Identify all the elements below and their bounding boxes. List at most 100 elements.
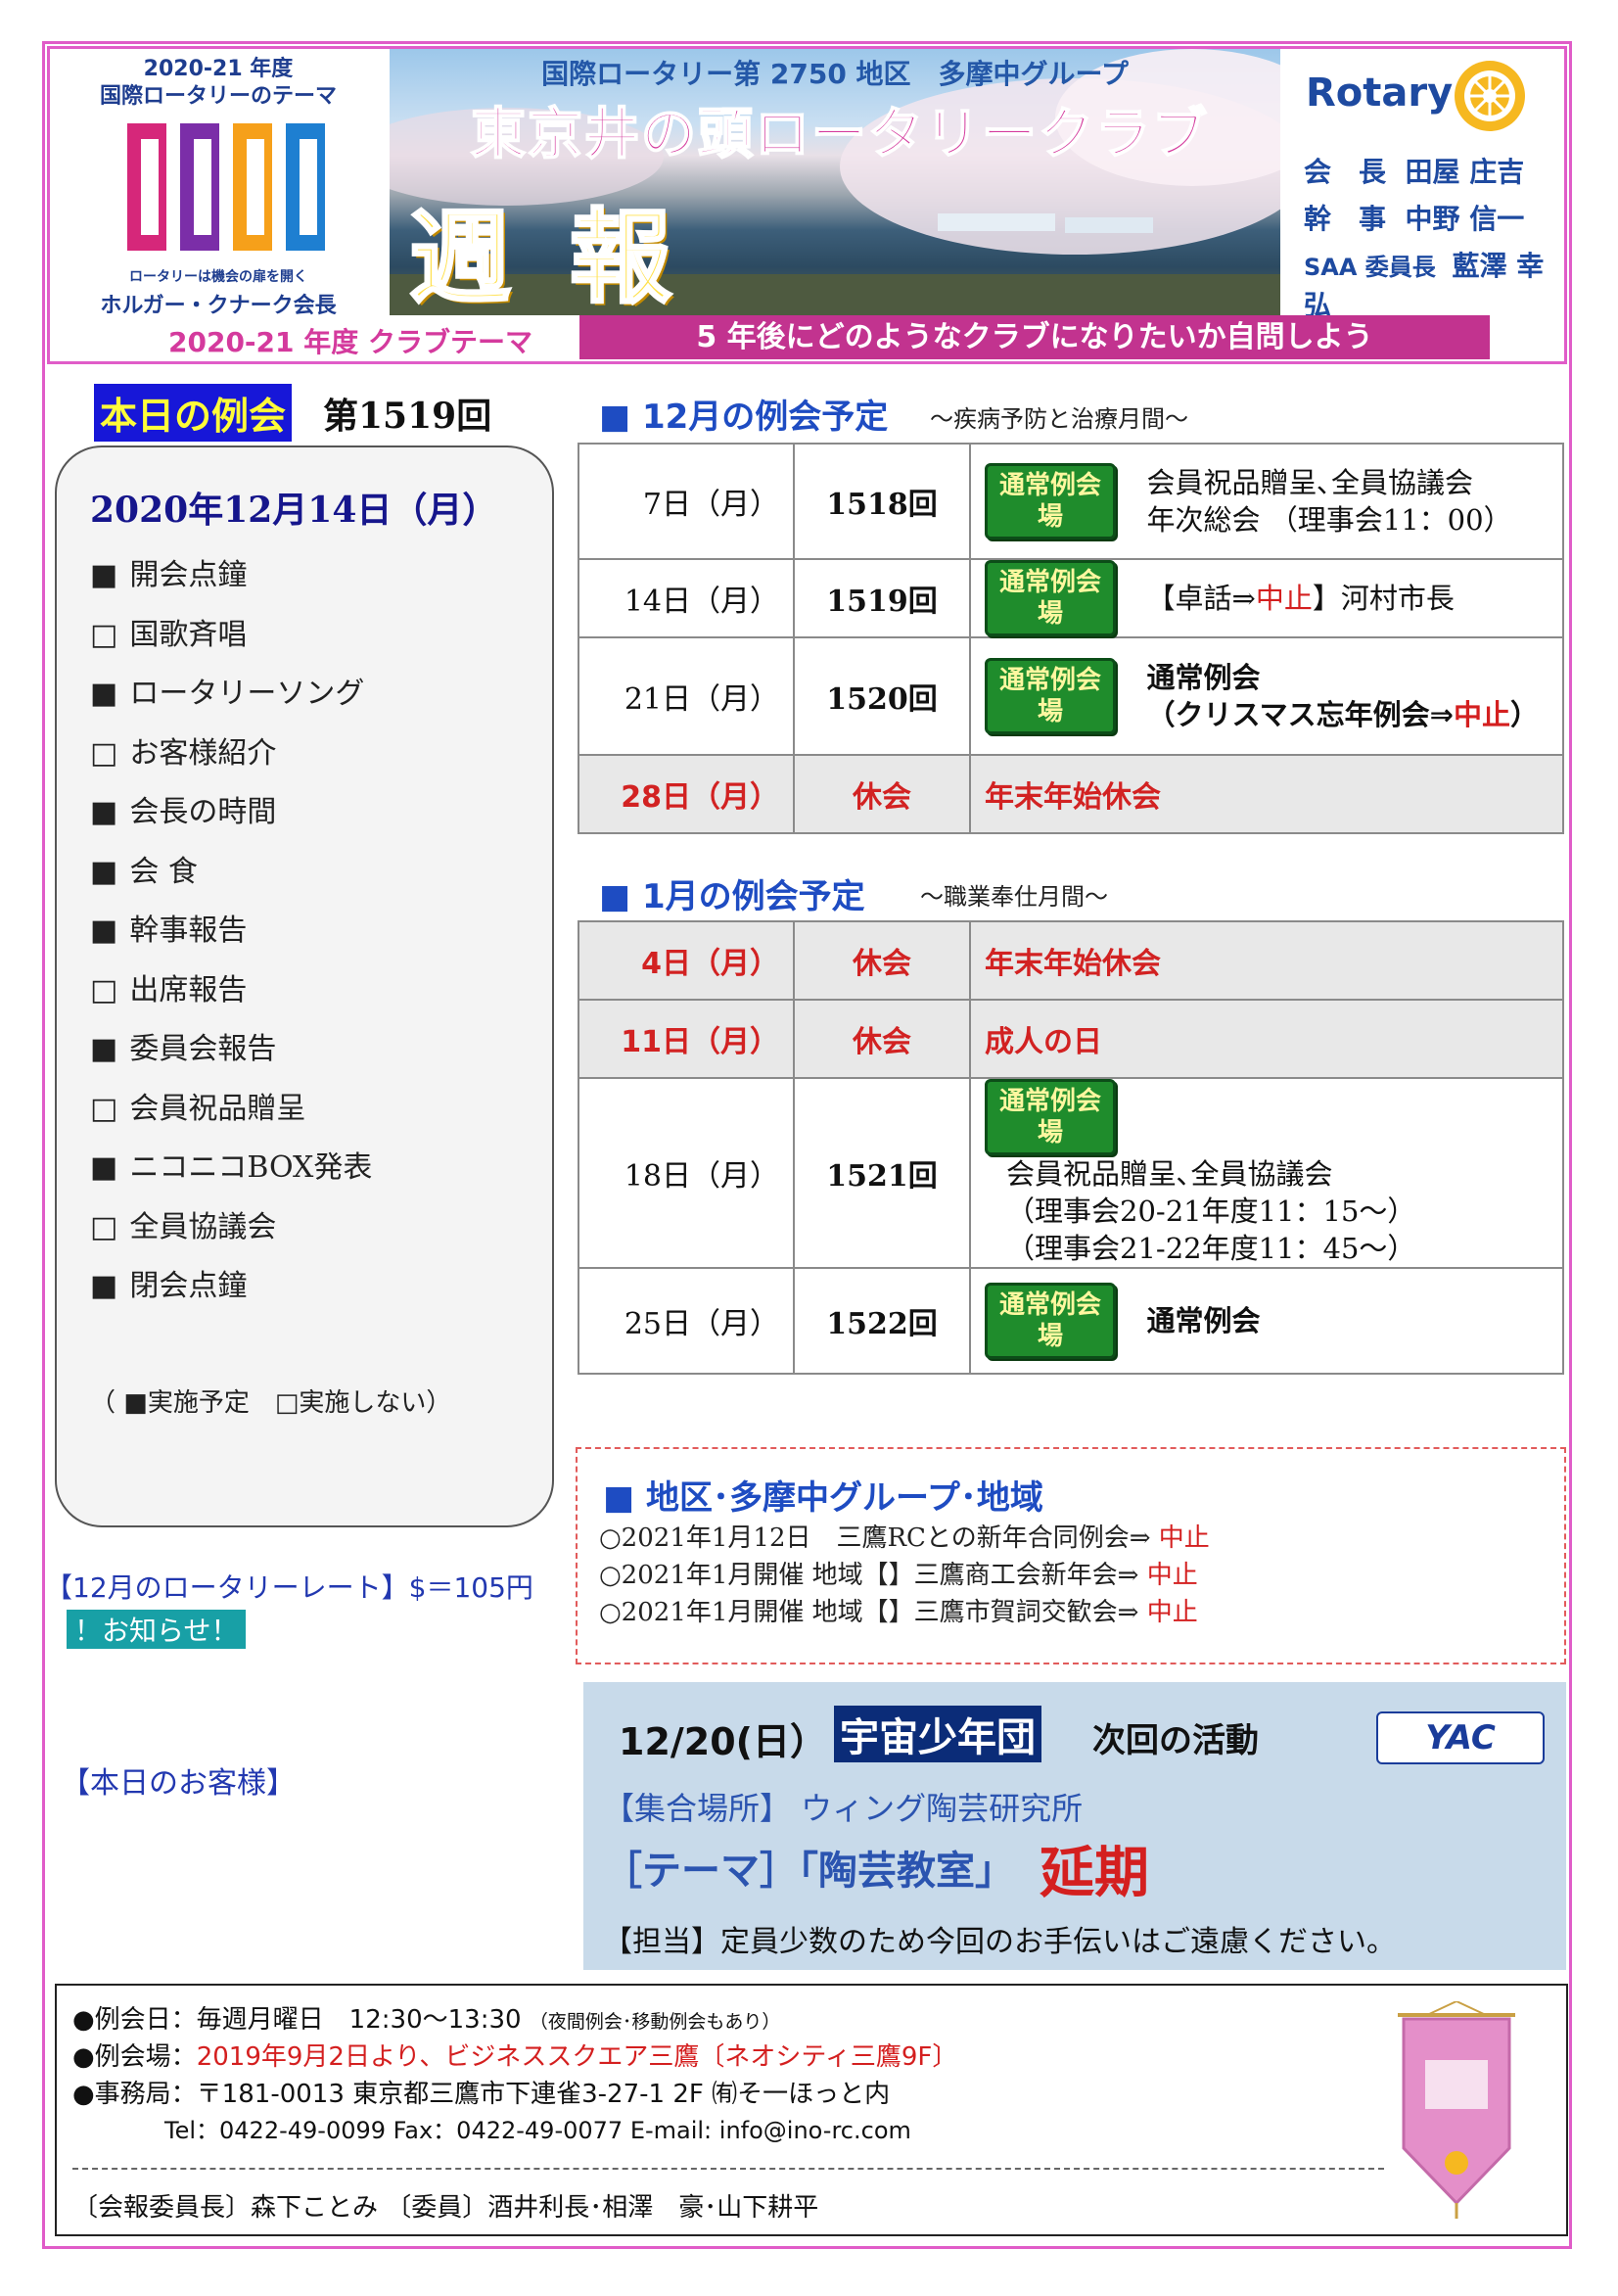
venue-badge: 通常例会場 xyxy=(985,463,1116,539)
december-schedule: 7日（月） 1518回 通常例会場 会員祝品贈呈､全員協議会 年次総会 （理事会… xyxy=(578,443,1564,834)
activity-theme: ［テーマ］「陶芸教室」 xyxy=(603,1849,1014,1894)
district-line: 国際ロータリー第 2750 地区 多摩中グループ xyxy=(541,58,1129,90)
program-item: ■ 開会点鐘 xyxy=(90,550,247,593)
schedule-row-holiday: 28日（月） 休会 年末年始休会 xyxy=(578,754,1564,834)
today-guests: 【本日のお客様】 xyxy=(61,1766,296,1801)
weekly-title: 週報 xyxy=(408,197,731,316)
program-item: □ 全員協議会 xyxy=(90,1202,276,1245)
office-address: ●事務局：〒181-0013 東京都三鷹市下連雀3-27-1 2F ㈲そ一ほっと… xyxy=(72,2080,891,2109)
program-item-text: 国歌斉唱 xyxy=(129,617,248,652)
program-item: ■ ロータリーソング xyxy=(90,669,364,712)
rotary-wheel-icon xyxy=(1455,61,1525,131)
program-item-mark: ■ xyxy=(90,854,118,889)
region-item: ○2021年1月12日 三鷹RCとの新年合同例会⇒ 中止 xyxy=(599,1523,1210,1553)
program-item: ■ 会 食 xyxy=(90,847,198,890)
program-item-mark: □ xyxy=(90,735,118,771)
divider xyxy=(72,2168,1384,2170)
row-number: 1520回 xyxy=(793,636,971,756)
schedule-row: 14日（月） 1519回 通常例会場 【卓話⇒中止】河村市長 xyxy=(578,558,1564,638)
region-title: ■ 地区･多摩中グループ･地域 xyxy=(603,1478,1043,1518)
december-subtitle: ～疾病予防と治療月間～ xyxy=(930,405,1188,433)
row-description: 成人の日 xyxy=(969,999,1564,1079)
officer-secretary: 幹 事 中野 信一 xyxy=(1304,203,1525,235)
yac-logo: YAC xyxy=(1376,1711,1545,1764)
region-item: ○2021年1月開催 地域【】三鷹商工会新年会⇒ 中止 xyxy=(599,1561,1198,1590)
schedule-row: 25日（月） 1522回 通常例会場 通常例会 xyxy=(578,1267,1564,1375)
club-name: 東京井の頭ロータリークラブ xyxy=(470,102,1209,167)
program-item-text: 開会点鐘 xyxy=(129,558,248,592)
row-description: 会員祝品贈呈､全員協議会 （理事会20-21年度11：15～） （理事会21-2… xyxy=(1006,1157,1416,1265)
program-item-mark: ■ xyxy=(90,1150,118,1185)
venue-badge: 通常例会場 xyxy=(985,1283,1116,1359)
december-title: ■ 12月の例会予定 xyxy=(599,398,889,437)
ri-theme-panel: 2020-21 年度 国際ロータリーのテーマ ロータリーは機会の扉を開く ホルガ… xyxy=(51,49,386,318)
space-youth-name: 宇宙少年団 xyxy=(834,1706,1041,1762)
row-date: 14日（月） xyxy=(578,558,795,638)
row-number: 休会 xyxy=(793,999,971,1079)
editors: 〔会報委員長〕森下ことみ 〔委員〕酒井利長･相澤 豪･山下耕平 xyxy=(72,2193,819,2223)
today-meeting-label: 本日の例会 xyxy=(94,384,293,442)
program-item-mark: ■ xyxy=(90,677,118,711)
program-item-text: 幹事報告 xyxy=(129,914,248,948)
row-date: 11日（月） xyxy=(578,999,795,1079)
footer-info: ●例会日：毎週月曜日 12:30～13:30 （夜間例会･移動例会もあり） ●例… xyxy=(55,1984,1568,2236)
schedule-row-holiday: 4日（月） 休会 年末年始休会 xyxy=(578,920,1564,1001)
program-legend: （ ■実施予定 □実施しない） xyxy=(90,1388,452,1418)
rotary-wordmark: Rotary xyxy=(1306,70,1454,116)
region-box: ■ 地区･多摩中グループ･地域 ○2021年1月12日 三鷹RCとの新年合同例会… xyxy=(576,1447,1566,1664)
meeting-place: 【集合場所】 ウィング陶芸研究所 xyxy=(603,1790,1084,1827)
row-number: 休会 xyxy=(793,754,971,834)
row-number: 休会 xyxy=(793,920,971,1001)
program-item-text: 委員会報告 xyxy=(129,1032,277,1066)
office-contact: Tel：0422-49-0099 Fax：0422-49-0077 E-mail… xyxy=(164,2117,911,2144)
program-item-mark: ■ xyxy=(90,1269,118,1303)
row-number: 1521回 xyxy=(793,1077,971,1269)
theme-title: 国際ロータリーのテーマ xyxy=(99,84,337,109)
program-item-mark: ■ xyxy=(90,795,118,829)
program-item-text: ニコニコBOX発表 xyxy=(129,1150,373,1185)
program-item: □ 国歌斉唱 xyxy=(90,610,247,653)
program-item: □ 出席報告 xyxy=(90,965,247,1008)
january-title: ■ 1月の例会予定 xyxy=(599,877,865,916)
venue-badge: 通常例会場 xyxy=(985,658,1116,734)
today-meeting-number: 第1519回 xyxy=(323,396,492,437)
meeting-date: 2020年12月14日（月） xyxy=(90,490,498,531)
program-item-mark: □ xyxy=(90,617,118,652)
schedule-row-holiday: 11日（月） 休会 成人の日 xyxy=(578,999,1564,1079)
schedule-row: 21日（月） 1520回 通常例会場 通常例会 （クリスマス忘年例会⇒中止） xyxy=(578,636,1564,756)
schedule-row: 7日（月） 1518回 通常例会場 会員祝品贈呈､全員協議会 年次総会 （理事会… xyxy=(578,443,1564,560)
program-item: ■ 幹事報告 xyxy=(90,906,247,949)
program-item-text: 会 食 xyxy=(129,854,198,889)
program-item-text: ロータリーソング xyxy=(129,677,365,711)
officer-saa: SAA 委員長 藍澤 幸弘 xyxy=(1304,250,1545,321)
row-description: 年末年始休会 xyxy=(969,920,1564,1001)
postponed-label: 延期 xyxy=(1040,1842,1149,1905)
officers-panel: Rotary 会 長 田屋 庄吉 幹 事 中野 信一 SAA 委員長 藍澤 幸弘 xyxy=(1284,49,1564,321)
space-youth-box: 12/20(日） 宇宙少年団 次回の活動 YAC 【集合場所】 ウィング陶芸研究… xyxy=(583,1682,1566,1970)
schedule-row: 18日（月） 1521回 通常例会場 会員祝品贈呈､全員協議会 （理事会20-2… xyxy=(578,1077,1564,1269)
club-theme-bar: 2020-21 年度 クラブテーマ 5 年後にどのようなクラブになりたいか自問し… xyxy=(51,315,1563,359)
club-theme-text: 5 年後にどのようなクラブになりたいか自問しよう xyxy=(579,315,1490,359)
program-item: □ お客様紹介 xyxy=(90,728,276,772)
region-item: ○2021年1月開催 地域【】三鷹市賀詞交歓会⇒ 中止 xyxy=(599,1598,1198,1627)
row-description: 通常例会 xyxy=(1146,1304,1261,1337)
row-date: 28日（月） xyxy=(578,754,795,834)
row-number: 1519回 xyxy=(793,558,971,638)
club-banner-image xyxy=(1398,2001,1515,2219)
activity-date: 12/20(日） xyxy=(619,1720,828,1763)
row-date: 25日（月） xyxy=(578,1267,795,1375)
row-description: 【卓話⇒中止】河村市長 xyxy=(1146,582,1455,615)
program-item-text: 出席報告 xyxy=(129,972,248,1007)
meeting-venue: ●例会場：2019年9月2日より、ビジネススクエア三鷹〔ネオシティ三鷹9F〕 xyxy=(72,2042,958,2072)
program-item-mark: □ xyxy=(90,972,118,1007)
row-date: 4日（月） xyxy=(578,920,795,1001)
row-number: 1518回 xyxy=(793,443,971,560)
program-item-text: お客様紹介 xyxy=(129,735,277,771)
rotary-rate: 【12月のロータリーレート】$＝105円 xyxy=(45,1571,533,1604)
charge-note: 【担当】定員少数のため今回のお手伝いはご遠慮ください。 xyxy=(603,1925,1396,1959)
venue-badge: 通常例会場 xyxy=(985,560,1116,636)
program-item-mark: □ xyxy=(90,1091,118,1126)
doors-logo xyxy=(127,123,325,251)
program-item-mark: ■ xyxy=(90,914,118,948)
venue-badge: 通常例会場 xyxy=(985,1079,1116,1155)
